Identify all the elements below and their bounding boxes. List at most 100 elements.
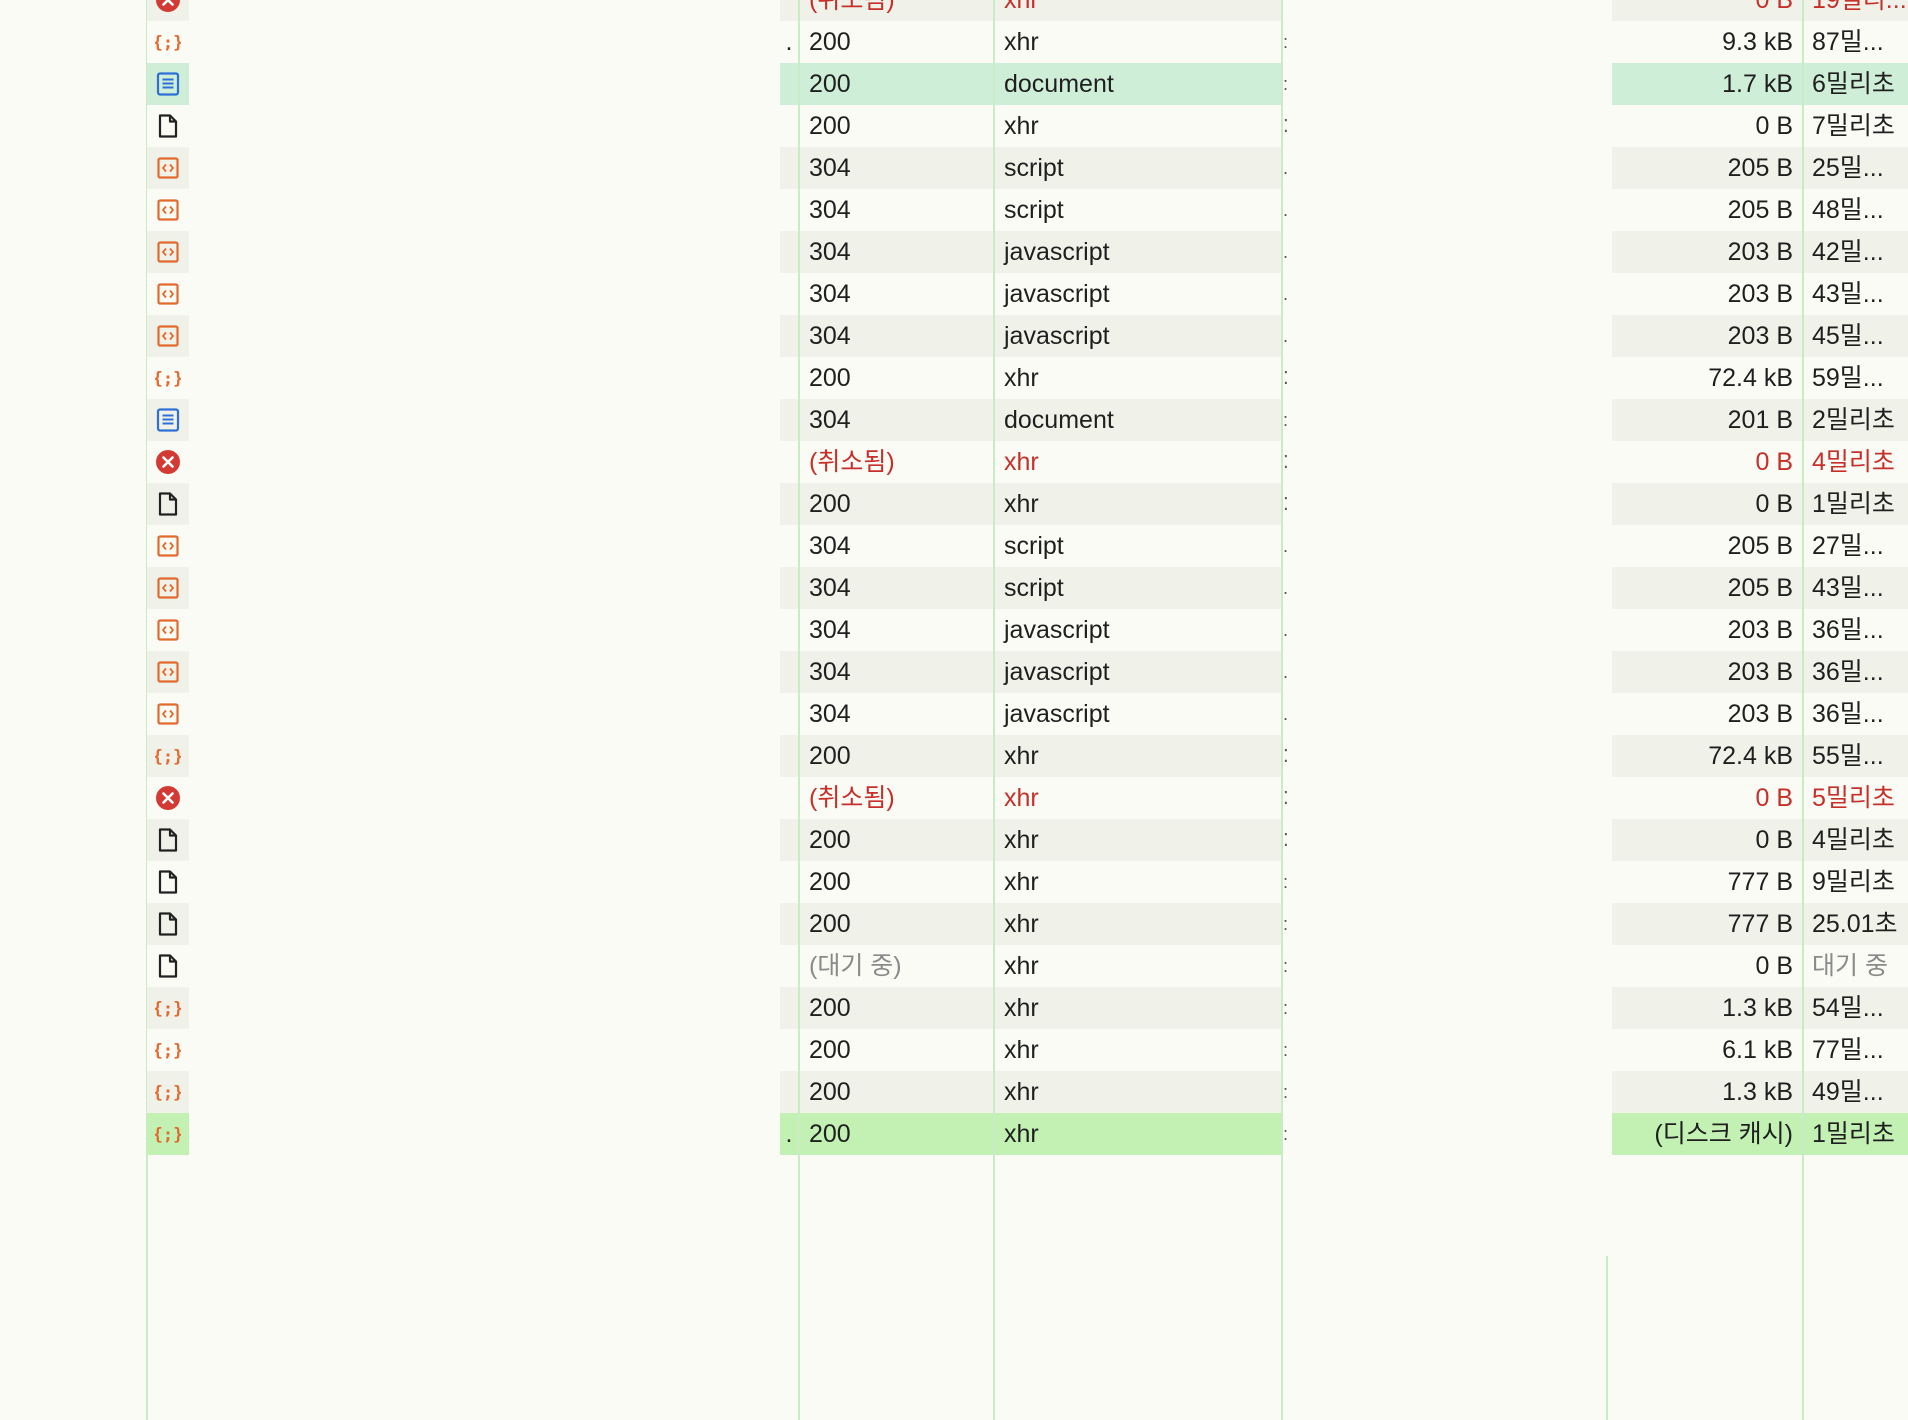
time-cell: 36밀...	[1804, 651, 1908, 693]
type-cell: document	[995, 63, 1281, 105]
name-cell-fragment	[780, 693, 798, 735]
request-row[interactable]: 304 script . 205 B 43밀...	[0, 567, 1908, 609]
request-row[interactable]: 200 xhr ⁚ 0 B 7밀리초	[0, 105, 1908, 147]
size-cell: (디스크 캐시)	[1612, 1113, 1802, 1155]
initiator-cell-fragment: :	[1283, 410, 1289, 430]
size-cell: 203 B	[1612, 609, 1802, 651]
size-cell: 203 B	[1612, 651, 1802, 693]
name-cell-fragment	[780, 609, 798, 651]
request-row[interactable]: 304 javascript . 203 B 36밀...	[0, 693, 1908, 735]
name-cell-fragment	[780, 819, 798, 861]
column-divider[interactable]	[1606, 1256, 1608, 1420]
error-icon	[147, 441, 189, 483]
time-cell: 1밀리초	[1804, 1113, 1908, 1155]
status-cell: 304	[800, 693, 993, 735]
initiator-cell-fragment: :	[1283, 914, 1289, 934]
request-row[interactable]: 304 javascript . 203 B 36밀...	[0, 651, 1908, 693]
time-cell: 25.01초	[1804, 903, 1908, 945]
request-row[interactable]: (취소됨) xhr ⁚ 0 B 4밀리초	[0, 441, 1908, 483]
request-row[interactable]: {;} . 200 xhr : (디스크 캐시) 1밀리초	[0, 1113, 1908, 1155]
json-icon: {;}	[147, 1071, 189, 1113]
type-cell: xhr	[995, 903, 1281, 945]
time-cell: 49밀...	[1804, 1071, 1908, 1113]
status-cell: 304	[800, 609, 993, 651]
time-cell: 4밀리초	[1804, 819, 1908, 861]
request-row[interactable]: 200 xhr ⁚ 0 B 4밀리초	[0, 819, 1908, 861]
time-cell: 4밀리초	[1804, 441, 1908, 483]
type-cell: javascript	[995, 693, 1281, 735]
initiator-cell-fragment: :	[1283, 1124, 1289, 1144]
size-cell: 203 B	[1612, 273, 1802, 315]
initiator-cell-fragment: .	[1283, 578, 1289, 598]
initiator-cell-fragment: :	[1283, 998, 1289, 1018]
size-cell: 0 B	[1612, 819, 1802, 861]
request-row[interactable]: 304 script . 205 B 48밀...	[0, 189, 1908, 231]
request-row[interactable]: 304 script . 205 B 27밀...	[0, 525, 1908, 567]
request-row[interactable]: 304 script . 205 B 25밀...	[0, 147, 1908, 189]
error-icon	[147, 0, 189, 21]
time-cell: 48밀...	[1804, 189, 1908, 231]
type-cell: xhr	[995, 819, 1281, 861]
request-row[interactable]: (취소됨) xhr ⁚ 0 B 5밀리초	[0, 777, 1908, 819]
request-row[interactable]: 200 xhr : 777 B 25.01초	[0, 903, 1908, 945]
request-row[interactable]: 304 javascript . 203 B 45밀...	[0, 315, 1908, 357]
status-cell: 200	[800, 1029, 993, 1071]
request-row[interactable]: {;} 200 xhr : 6.1 kB 77밀...	[0, 1029, 1908, 1071]
request-row[interactable]: 304 javascript . 203 B 43밀...	[0, 273, 1908, 315]
time-cell: 5밀리초	[1804, 777, 1908, 819]
request-row[interactable]: 304 javascript . 203 B 42밀...	[0, 231, 1908, 273]
script-icon	[147, 609, 189, 651]
size-cell: 0 B	[1612, 105, 1802, 147]
svg-text:{;}: {;}	[155, 999, 181, 1019]
request-row[interactable]: {;} 200 xhr ⁚ 72.4 kB 59밀...	[0, 357, 1908, 399]
request-row[interactable]: (대기 중) xhr : 0 B 대기 중	[0, 945, 1908, 987]
script-icon	[147, 231, 189, 273]
status-cell: 304	[800, 273, 993, 315]
name-cell-fragment	[780, 189, 798, 231]
type-cell: javascript	[995, 273, 1281, 315]
initiator-cell-fragment: ⁚	[1283, 494, 1289, 514]
size-cell: 9.3 kB	[1612, 21, 1802, 63]
script-icon	[147, 693, 189, 735]
initiator-cell-fragment: .	[1283, 620, 1289, 640]
request-row[interactable]: 304 javascript . 203 B 36밀...	[0, 609, 1908, 651]
status-cell: 200	[800, 861, 993, 903]
script-icon	[147, 189, 189, 231]
request-row[interactable]: 200 xhr : 777 B 9밀리초	[0, 861, 1908, 903]
initiator-cell-fragment: ⁚	[1283, 746, 1289, 766]
request-row[interactable]: {;} . 200 xhr : 9.3 kB 87밀...	[0, 21, 1908, 63]
svg-text:{;}: {;}	[155, 369, 181, 389]
initiator-cell-fragment: ⁚	[1283, 788, 1289, 808]
request-row[interactable]: {;} 200 xhr : 1.3 kB 49밀...	[0, 1071, 1908, 1113]
status-cell: 200	[800, 1113, 993, 1155]
type-cell: xhr	[995, 945, 1281, 987]
name-cell-fragment	[780, 567, 798, 609]
status-cell: (취소됨)	[800, 0, 993, 21]
time-cell: 27밀...	[1804, 525, 1908, 567]
size-cell: 203 B	[1612, 231, 1802, 273]
json-icon: {;}	[147, 357, 189, 399]
status-cell: (취소됨)	[800, 777, 993, 819]
size-cell: 205 B	[1612, 525, 1802, 567]
request-row[interactable]: (취소됨) xhr 0 B 19밀리...	[0, 0, 1908, 21]
name-cell-fragment	[780, 0, 798, 21]
status-cell: 304	[800, 147, 993, 189]
request-row[interactable]: 200 document : 1.7 kB 6밀리초	[0, 63, 1908, 105]
status-cell: 200	[800, 903, 993, 945]
request-row[interactable]: 304 document : 201 B 2밀리초	[0, 399, 1908, 441]
request-row[interactable]: {;} 200 xhr ⁚ 72.4 kB 55밀...	[0, 735, 1908, 777]
json-icon: {;}	[147, 735, 189, 777]
time-cell: 36밀...	[1804, 609, 1908, 651]
status-cell: 200	[800, 105, 993, 147]
name-cell-fragment	[780, 231, 798, 273]
request-row[interactable]: 200 xhr ⁚ 0 B 1밀리초	[0, 483, 1908, 525]
type-cell: xhr	[995, 21, 1281, 63]
name-cell-fragment: .	[780, 1113, 798, 1155]
request-row[interactable]: {;} 200 xhr : 1.3 kB 54밀...	[0, 987, 1908, 1029]
document-icon	[147, 399, 189, 441]
type-cell: javascript	[995, 231, 1281, 273]
status-cell: 304	[800, 189, 993, 231]
file-icon	[147, 945, 189, 987]
type-cell: document	[995, 399, 1281, 441]
status-cell: 304	[800, 525, 993, 567]
